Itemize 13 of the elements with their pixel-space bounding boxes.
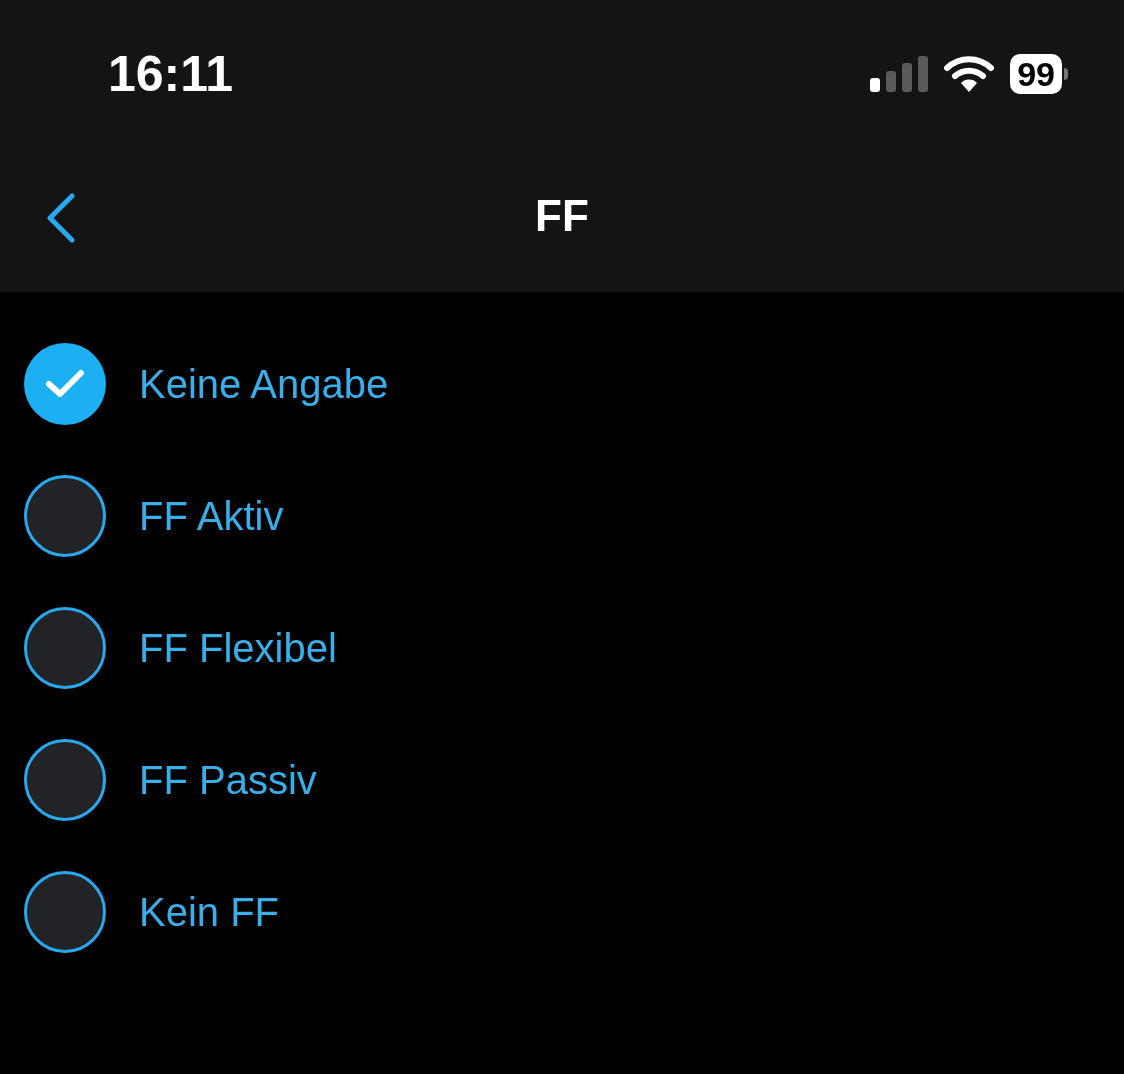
signal-icon xyxy=(870,56,929,92)
battery-tip-icon xyxy=(1064,68,1068,80)
option-label[interactable]: Keine Angabe xyxy=(139,364,389,404)
wifi-icon xyxy=(944,55,995,93)
check-icon xyxy=(45,369,85,399)
option-label[interactable]: FF Flexibel xyxy=(139,628,337,668)
option-label[interactable]: FF Passiv xyxy=(139,760,317,800)
screen-title: FF xyxy=(535,194,589,238)
back-chevron-icon xyxy=(44,193,76,243)
status-time: 16:11 xyxy=(108,49,234,99)
battery-level: 99 xyxy=(1010,54,1062,94)
option-label[interactable]: FF Aktiv xyxy=(139,496,284,536)
option-label[interactable]: Kein FF xyxy=(139,892,280,932)
